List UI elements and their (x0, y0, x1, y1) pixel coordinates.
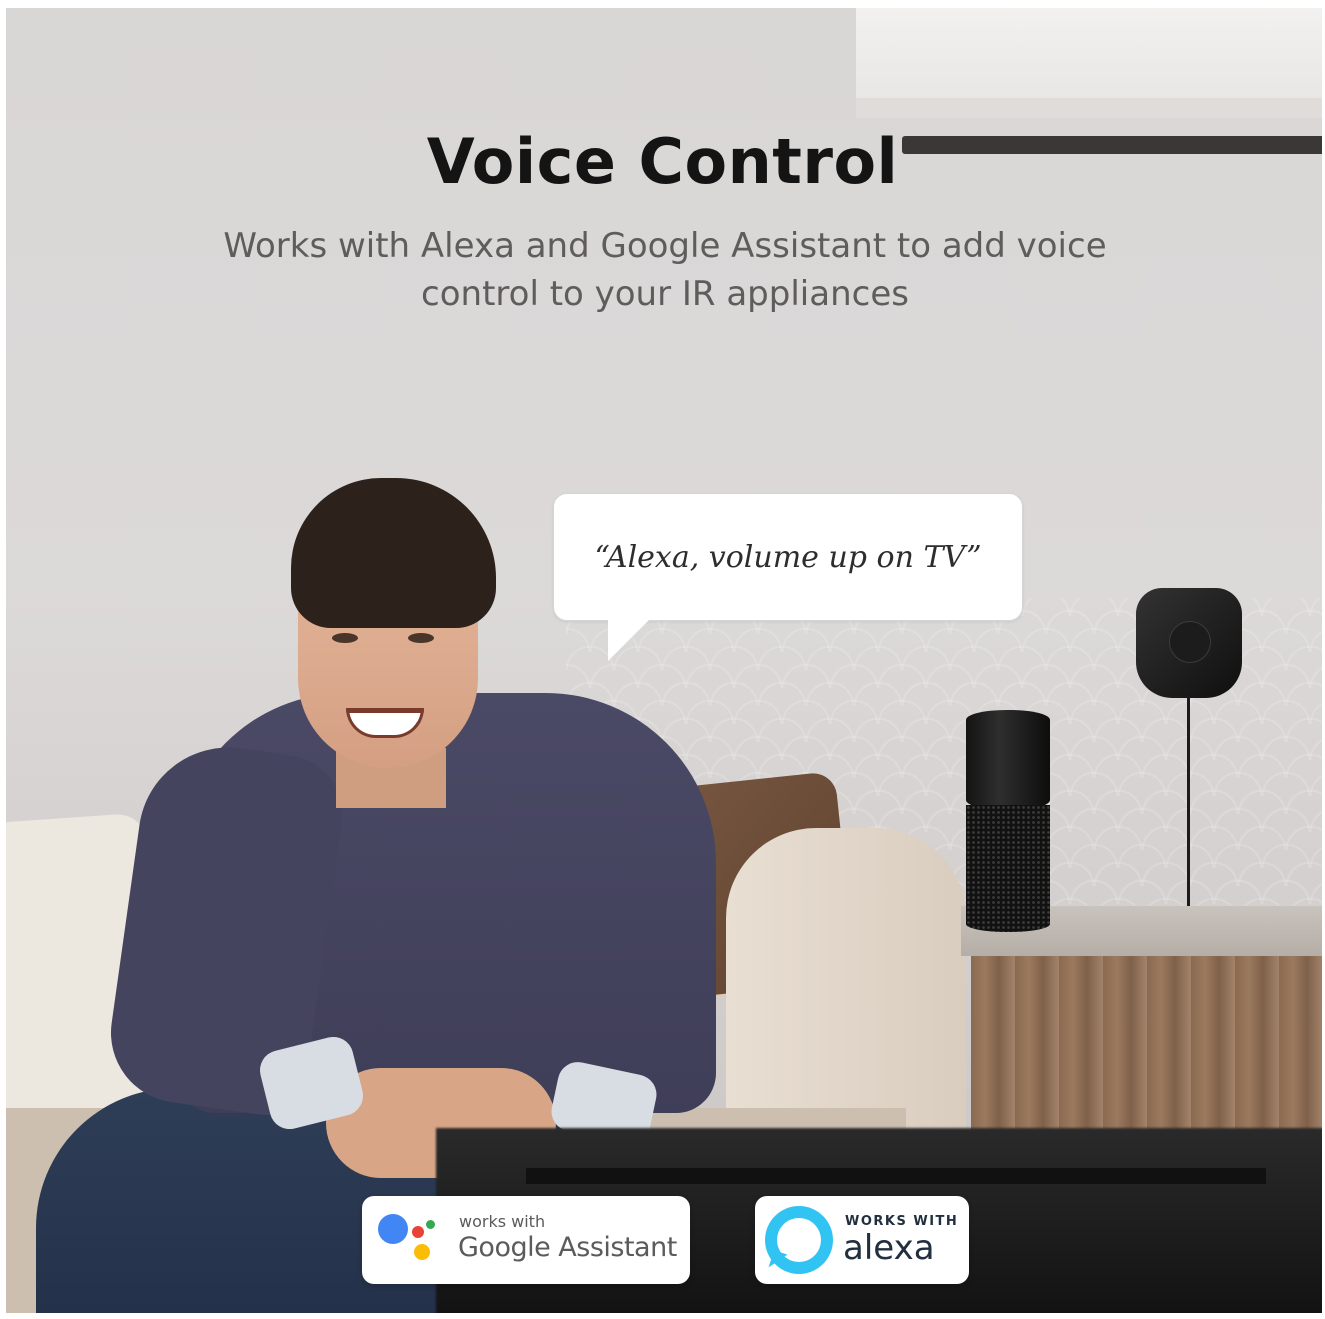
alexa-badge-caption: WORKS WITH (845, 1214, 959, 1229)
ir-hub-cable (1187, 696, 1190, 906)
google-dot-green (426, 1220, 435, 1229)
product-image (6, 8, 1322, 1313)
man-eye (408, 633, 434, 643)
google-badge-caption: works with (459, 1212, 546, 1231)
google-assistant-badge: works with Google Assistant (362, 1196, 690, 1284)
smart-speaker-grill (966, 805, 1050, 932)
google-badge-label: Google Assistant (458, 1232, 677, 1263)
speech-bubble-text: “Alexa, volume up on TV” (594, 539, 982, 575)
page-title: Voice Control (426, 125, 899, 198)
man-eye (332, 633, 358, 643)
wood-cabinet (971, 956, 1322, 1156)
google-assistant-icon (378, 1214, 438, 1268)
google-dot-red (412, 1226, 424, 1238)
alexa-badge-label: alexa (843, 1228, 935, 1268)
ac-lip (856, 98, 1322, 118)
man-hair (291, 478, 496, 628)
page-subtitle: Works with Alexa and Google Assistant to… (223, 226, 1107, 314)
tv-edge (526, 1168, 1266, 1184)
ir-hub-button (1169, 621, 1211, 663)
smart-speaker (966, 710, 1050, 932)
google-dot-yellow (414, 1244, 430, 1260)
google-dot-blue (378, 1214, 408, 1244)
speech-bubble-tail (608, 619, 650, 661)
smart-speaker-top (966, 710, 1050, 810)
ir-hub-device (1136, 588, 1242, 698)
alexa-badge: WORKS WITH alexa (755, 1196, 969, 1284)
speech-bubble: “Alexa, volume up on TV” (553, 493, 1023, 621)
